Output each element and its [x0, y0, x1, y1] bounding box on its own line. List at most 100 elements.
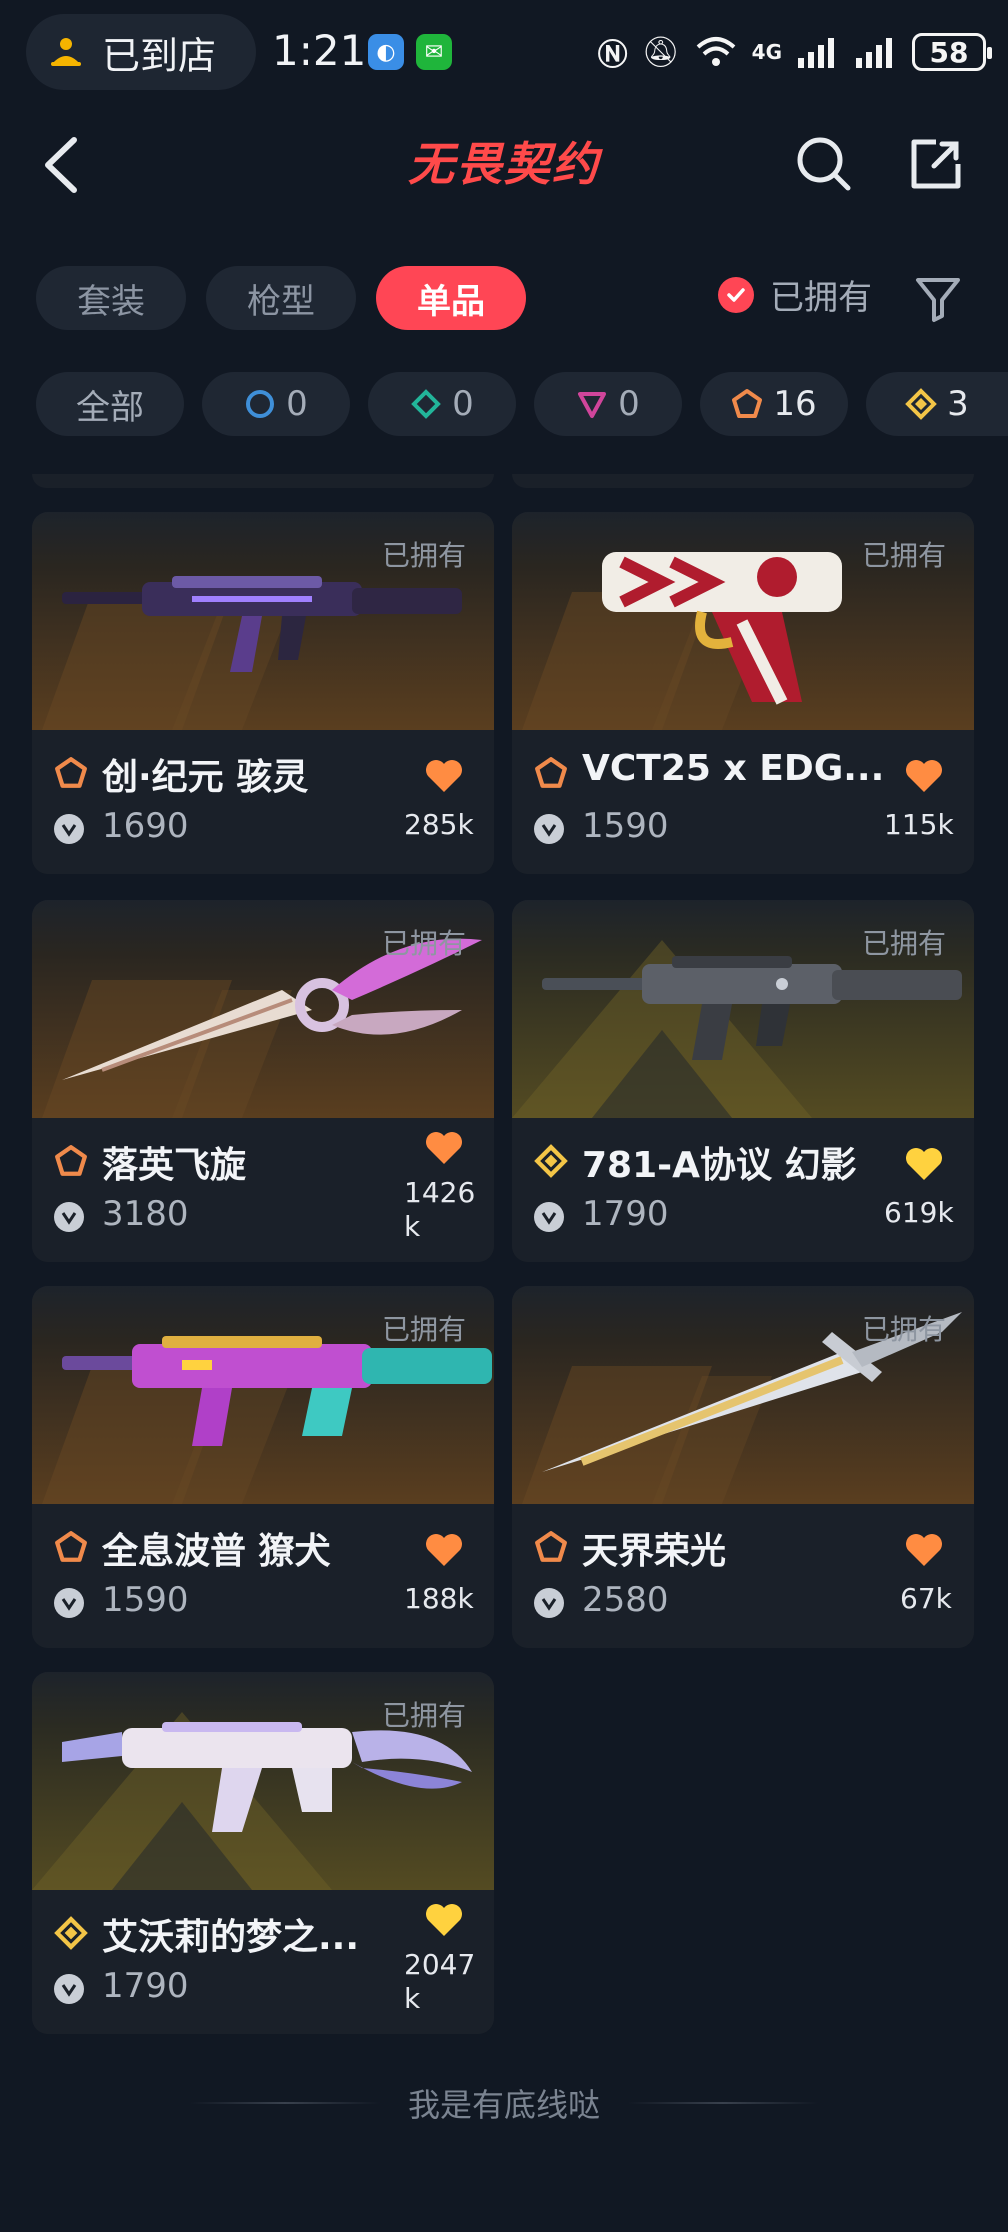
- vp-currency-icon: [534, 814, 564, 844]
- like-count: 67k: [900, 1582, 952, 1615]
- skin-price: 2580: [582, 1580, 669, 1620]
- ultra-tier-icon: [55, 1531, 87, 1562]
- skin-card[interactable]: 已拥有 创·纪元 骇灵 1690 285k: [32, 512, 494, 874]
- previous-card-edge: [32, 474, 494, 488]
- store-icon: [51, 38, 81, 66]
- back-icon[interactable]: [38, 132, 88, 198]
- skin-name: 天界荣光: [582, 1531, 727, 1572]
- skin-card[interactable]: 已拥有 VCT25 x EDG... 1590 115k: [512, 512, 974, 874]
- owned-filter-label: 已拥有: [770, 278, 872, 318]
- skin-card[interactable]: 已拥有 落英飞旋 3180 1426 k: [32, 900, 494, 1262]
- ultra-tier-icon: [535, 1531, 567, 1562]
- skin-card[interactable]: 已拥有 全息波普 獠犬 1590 188k: [32, 1286, 494, 1648]
- store-status-pill[interactable]: 已到店: [26, 14, 256, 90]
- owned-filter-toggle[interactable]: 已拥有: [718, 270, 872, 319]
- status-icons: Ⓝ 🔕︎ 4G 58: [597, 26, 992, 78]
- heart-icon[interactable]: [424, 1532, 464, 1568]
- chip-ultra[interactable]: 16: [700, 372, 848, 436]
- battery-level: 58: [929, 35, 969, 69]
- wifi-icon: [696, 37, 735, 66]
- skin-name: 落英飞旋: [102, 1145, 247, 1186]
- skin-image: 已拥有: [32, 1672, 494, 1890]
- owned-label: 已拥有: [381, 927, 466, 960]
- skin-name: 艾沃莉的梦之...: [102, 1917, 360, 1958]
- owned-label: 已拥有: [861, 927, 946, 960]
- wechat-icon: ✉: [416, 34, 452, 70]
- like-count: 1426 k: [404, 1176, 476, 1243]
- ultra-tier-icon: [55, 1145, 87, 1176]
- chip-all-label: 全部: [76, 387, 144, 428]
- skin-price: 1790: [582, 1194, 669, 1234]
- vp-currency-icon: [534, 1202, 564, 1232]
- share-icon[interactable]: [906, 134, 966, 194]
- like-count: 285k: [404, 808, 474, 841]
- skin-price: 1590: [102, 1580, 189, 1620]
- vp-currency-icon: [54, 814, 84, 844]
- vp-currency-icon: [54, 1588, 84, 1618]
- heart-icon[interactable]: [424, 758, 464, 794]
- like-count: 115k: [884, 808, 954, 841]
- nfc-icon: Ⓝ: [597, 38, 628, 73]
- skin-card[interactable]: 已拥有 天界荣光 2580 67k: [512, 1286, 974, 1648]
- chip-exclusive[interactable]: 3: [866, 372, 1008, 436]
- chip-deluxe[interactable]: 0: [368, 372, 516, 436]
- exclusive-tier-icon: [534, 1144, 568, 1178]
- skin-image: 已拥有: [32, 1286, 494, 1504]
- owned-label: 已拥有: [381, 1313, 466, 1346]
- skin-image: 已拥有: [512, 900, 974, 1118]
- tab-items[interactable]: 单品: [376, 266, 526, 330]
- heart-icon[interactable]: [424, 1902, 464, 1938]
- heart-icon[interactable]: [904, 1146, 944, 1182]
- ultra-tier-icon: [732, 389, 763, 418]
- chip-ultra-count: 16: [773, 384, 817, 424]
- chip-deluxe-count: 0: [452, 384, 474, 424]
- chip-premium[interactable]: 0: [534, 372, 682, 436]
- select-tier-icon: [246, 390, 275, 418]
- skin-name: 创·纪元 骇灵: [102, 757, 309, 798]
- signal-icon-2: [856, 38, 892, 68]
- list-end-text: 我是有底线哒: [407, 2086, 600, 2124]
- chip-premium-count: 0: [618, 384, 640, 424]
- clock: 1:21: [272, 26, 367, 75]
- heart-icon[interactable]: [904, 758, 944, 794]
- skin-image: 已拥有: [512, 512, 974, 730]
- vp-currency-icon: [54, 1202, 84, 1232]
- skin-card[interactable]: 已拥有 艾沃莉的梦之... 1790 2047 k: [32, 1672, 494, 2034]
- like-count: 188k: [404, 1582, 474, 1615]
- owned-label: 已拥有: [861, 1313, 946, 1346]
- skin-price: 1790: [102, 1966, 189, 2006]
- network-type: 4G: [751, 40, 782, 64]
- weapon-rifle-icon: [542, 956, 962, 1060]
- like-count: 619k: [884, 1196, 954, 1229]
- filter-icon[interactable]: [910, 270, 966, 326]
- skin-name: VCT25 x EDG...: [582, 748, 885, 789]
- chip-all[interactable]: 全部: [36, 372, 184, 436]
- skin-price: 3180: [102, 1194, 189, 1234]
- tab-bundles[interactable]: 套装: [36, 266, 186, 330]
- tab-weapon-type[interactable]: 枪型: [206, 266, 356, 330]
- vp-currency-icon: [54, 1974, 84, 2004]
- premium-tier-icon: [578, 392, 607, 418]
- heart-icon[interactable]: [424, 1130, 464, 1166]
- chip-select[interactable]: 0: [202, 372, 350, 436]
- skin-name: 全息波普 獠犬: [102, 1531, 331, 1572]
- page-title: 无畏契约: [408, 137, 600, 191]
- signal-icon: [798, 38, 834, 68]
- ultra-tier-icon: [535, 757, 567, 788]
- skin-image: 已拥有: [512, 1286, 974, 1504]
- store-status-label: 已到店: [102, 33, 217, 78]
- mute-icon: 🔕︎: [641, 34, 680, 70]
- skin-price: 1690: [102, 806, 189, 846]
- like-count: 2047 k: [404, 1948, 476, 2015]
- heart-icon[interactable]: [904, 1532, 944, 1568]
- exclusive-tier-icon: [905, 388, 938, 420]
- skin-price: 1590: [582, 806, 669, 846]
- exclusive-tier-icon: [54, 1916, 88, 1950]
- owned-label: 已拥有: [861, 539, 946, 572]
- skin-image: 已拥有: [32, 900, 494, 1118]
- skin-card[interactable]: 已拥有 781-A协议 幻影 1790 619k: [512, 900, 974, 1262]
- search-icon[interactable]: [794, 134, 854, 194]
- skin-name: 781-A协议 幻影: [582, 1145, 857, 1186]
- skin-image: 已拥有: [32, 512, 494, 730]
- chip-select-count: 0: [286, 384, 308, 424]
